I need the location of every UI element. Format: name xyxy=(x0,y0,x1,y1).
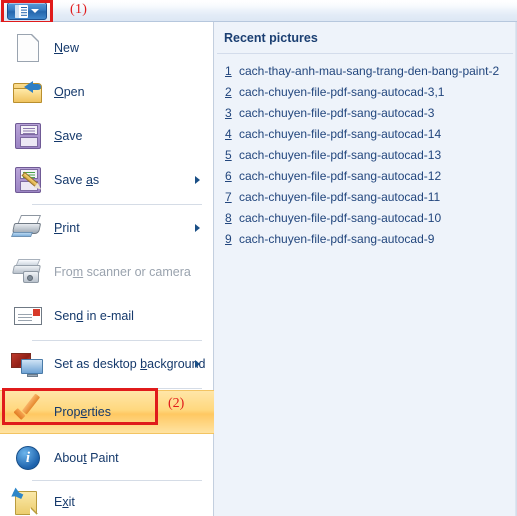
recent-picture-item[interactable]: 3 cach-chuyen-file-pdf-sang-autocad-3 xyxy=(215,102,517,123)
menu-item-properties-label: Properties xyxy=(54,405,111,419)
menu-item-send-in-email-label: Send in e-mail xyxy=(54,309,134,323)
menu-item-save-label: Save xyxy=(54,129,83,143)
new-document-icon xyxy=(11,31,45,65)
scanner-camera-icon xyxy=(11,255,45,289)
annotation-label-1: (1) xyxy=(70,2,88,17)
menu-item-open[interactable]: Open xyxy=(0,70,214,114)
menu-left-pane: New Open Save Save as Print From scanner… xyxy=(0,22,214,516)
paint-file-menu-screen: (1) New Open Save Save as Print From sca… xyxy=(0,0,517,516)
recent-picture-name: cach-thay-anh-mau-sang-trang-den-bang-pa… xyxy=(239,63,500,78)
recent-picture-number: 8 xyxy=(225,210,232,225)
save-as-floppy-icon xyxy=(11,163,45,197)
menu-item-save-as[interactable]: Save as xyxy=(0,158,214,202)
recent-picture-name: cach-chuyen-file-pdf-sang-autocad-3 xyxy=(239,105,435,120)
recent-picture-name: cach-chuyen-file-pdf-sang-autocad-3,1 xyxy=(239,84,445,99)
recent-picture-name: cach-chuyen-file-pdf-sang-autocad-9 xyxy=(239,231,435,246)
recent-picture-item[interactable]: 2 cach-chuyen-file-pdf-sang-autocad-3,1 xyxy=(215,81,517,102)
menu-right-pane: Recent pictures 1 cach-thay-anh-mau-sang-… xyxy=(215,22,517,516)
recent-pictures-title: Recent pictures xyxy=(224,31,318,45)
menu-separator xyxy=(32,388,202,389)
recent-picture-number: 1 xyxy=(225,63,232,78)
menu-item-save-as-label: Save as xyxy=(54,173,100,187)
menu-item-set-as-desktop-background-label: Set as desktop background xyxy=(54,357,206,371)
menu-separator xyxy=(32,204,202,205)
menu-item-about-paint[interactable]: About Paint xyxy=(0,436,214,480)
menu-separator xyxy=(32,340,202,341)
info-circle-icon xyxy=(11,441,45,475)
recent-picture-number: 7 xyxy=(225,189,232,204)
menu-item-print[interactable]: Print xyxy=(0,206,214,250)
menu-item-set-as-desktop-background[interactable]: Set as desktop background xyxy=(0,342,214,386)
submenu-arrow-icon xyxy=(195,224,200,232)
exit-icon xyxy=(11,485,45,516)
recent-picture-name: cach-chuyen-file-pdf-sang-autocad-10 xyxy=(239,210,442,225)
recent-picture-number: 5 xyxy=(225,147,232,162)
menu-item-open-label: Open xyxy=(54,85,85,99)
recent-picture-item[interactable]: 9 cach-chuyen-file-pdf-sang-autocad-9 xyxy=(215,228,517,249)
title-bar: (1) xyxy=(0,0,517,24)
recent-picture-number: 4 xyxy=(225,126,232,141)
annotation-box-1 xyxy=(1,0,53,24)
menu-item-from-scanner-or-camera: From scanner or camera xyxy=(0,250,214,294)
menu-item-new[interactable]: New xyxy=(0,26,214,70)
recent-picture-number: 3 xyxy=(225,105,232,120)
menu-item-from-scanner-or-camera-label: From scanner or camera xyxy=(54,265,191,279)
recent-picture-item[interactable]: 6 cach-chuyen-file-pdf-sang-autocad-12 xyxy=(215,165,517,186)
menu-item-about-paint-label: About Paint xyxy=(54,451,119,465)
recent-picture-name: cach-chuyen-file-pdf-sang-autocad-11 xyxy=(239,189,441,204)
recent-picture-name: cach-chuyen-file-pdf-sang-autocad-14 xyxy=(239,126,442,141)
submenu-arrow-icon xyxy=(195,360,200,368)
recent-pictures-divider xyxy=(217,53,513,54)
recent-picture-item[interactable]: 8 cach-chuyen-file-pdf-sang-autocad-10 xyxy=(215,207,517,228)
orange-check-icon xyxy=(11,395,45,429)
menu-item-exit-label: Exit xyxy=(54,495,75,509)
annotation-label-2: (2) xyxy=(168,396,185,411)
desktop-background-icon xyxy=(11,347,45,381)
recent-picture-number: 2 xyxy=(225,84,232,99)
recent-picture-item[interactable]: 1 cach-thay-anh-mau-sang-trang-den-bang-p… xyxy=(215,60,517,81)
menu-item-new-label: New xyxy=(54,41,80,55)
open-folder-icon xyxy=(11,75,45,109)
menu-item-send-in-email[interactable]: Send in e-mail xyxy=(0,294,214,338)
recent-picture-name: cach-chuyen-file-pdf-sang-autocad-13 xyxy=(239,147,442,162)
save-floppy-icon xyxy=(11,119,45,153)
submenu-arrow-icon xyxy=(195,176,200,184)
printer-icon xyxy=(10,211,45,245)
recent-picture-number: 6 xyxy=(225,168,232,183)
recent-picture-item[interactable]: 4 cach-chuyen-file-pdf-sang-autocad-14 xyxy=(215,123,517,144)
recent-picture-name: cach-chuyen-file-pdf-sang-autocad-12 xyxy=(239,168,442,183)
menu-item-exit[interactable]: Exit xyxy=(0,480,214,516)
file-menu-panel: New Open Save Save as Print From scanner… xyxy=(0,22,517,516)
envelope-icon xyxy=(11,299,45,333)
menu-item-print-label: Print xyxy=(54,221,80,235)
recent-pictures-list: 1 cach-thay-anh-mau-sang-trang-den-bang-p… xyxy=(215,60,517,249)
menu-item-save[interactable]: Save xyxy=(0,114,214,158)
recent-picture-item[interactable]: 5 cach-chuyen-file-pdf-sang-autocad-13 xyxy=(215,144,517,165)
recent-picture-number: 9 xyxy=(225,231,232,246)
recent-picture-item[interactable]: 7 cach-chuyen-file-pdf-sang-autocad-11 xyxy=(215,186,517,207)
